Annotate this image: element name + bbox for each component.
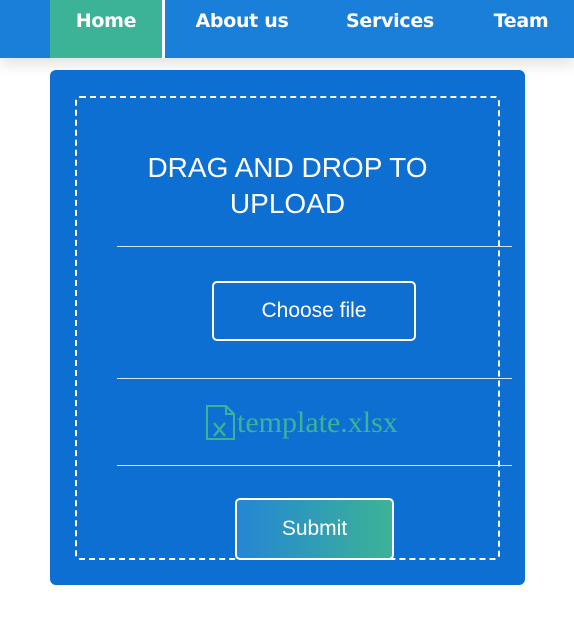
divider: [117, 378, 512, 379]
choose-file-button[interactable]: Choose file: [212, 281, 416, 341]
drop-zone[interactable]: DRAG AND DROP TO UPLOAD Choose file temp…: [75, 96, 512, 560]
upload-title-line1: DRAG AND DROP TO: [147, 152, 428, 183]
upload-title-line2: UPLOAD: [229, 188, 346, 219]
nav-item-team[interactable]: Team: [486, 0, 556, 58]
divider: [117, 246, 512, 247]
nav-item-about-us[interactable]: About us: [190, 0, 294, 58]
selected-file: template.xlsx: [205, 405, 398, 441]
submit-button[interactable]: Submit: [235, 498, 394, 560]
top-navbar: Home About us Services Team: [0, 0, 574, 58]
divider: [117, 465, 512, 466]
nav-item-home[interactable]: Home: [50, 0, 165, 58]
upload-card: DRAG AND DROP TO UPLOAD Choose file temp…: [50, 70, 525, 585]
file-name: template.xlsx: [237, 406, 398, 439]
upload-title: DRAG AND DROP TO UPLOAD: [77, 150, 498, 222]
excel-file-icon: [205, 405, 236, 440]
nav-item-services[interactable]: Services: [340, 0, 440, 58]
